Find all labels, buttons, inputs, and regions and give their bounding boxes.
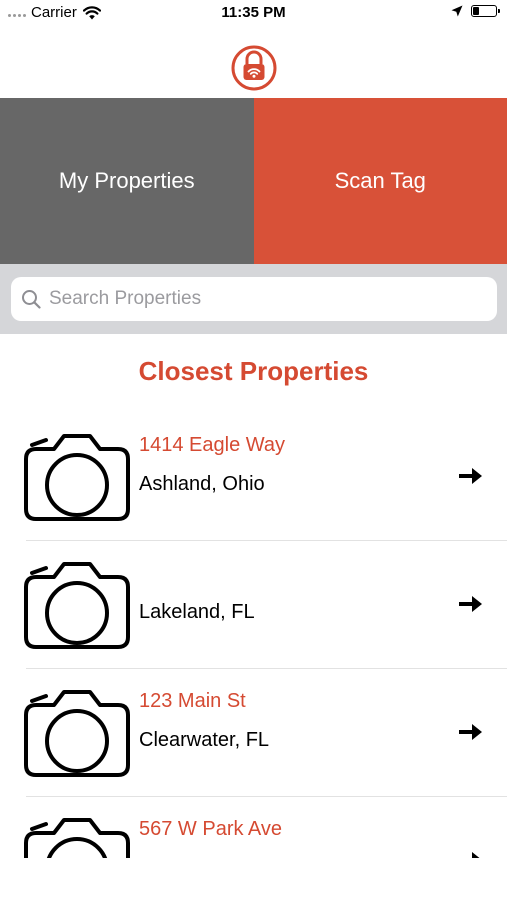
- arrow-right-icon[interactable]: [457, 465, 483, 487]
- camera-icon: [24, 562, 130, 649]
- arrow-right-icon[interactable]: [457, 721, 483, 743]
- status-bar: Carrier 11:35 PM: [0, 0, 507, 28]
- property-row[interactable]: Lakeland, FL: [0, 541, 507, 669]
- status-right: [451, 5, 500, 17]
- property-street: 567 W Park Ave: [139, 818, 283, 840]
- camera-icon: [24, 434, 130, 521]
- property-street: 123 Main St: [139, 690, 246, 712]
- property-city: Lakeland, FL: [139, 601, 255, 623]
- my-properties-label: My Properties: [58, 168, 195, 193]
- padlock-wifi-icon: [231, 45, 277, 91]
- battery-icon: [471, 5, 500, 17]
- property-street: 1414 Eagle Way: [139, 434, 286, 456]
- my-properties-button[interactable]: My Properties: [0, 98, 254, 264]
- property-city: Ashland, Ohio: [139, 473, 265, 495]
- property-row[interactable]: 123 Main St Clearwater, FL: [0, 669, 507, 797]
- arrow-right-icon[interactable]: [457, 849, 483, 858]
- scan-tag-label: Scan Tag: [334, 168, 426, 193]
- main-tiles: My Properties Scan Tag: [0, 98, 507, 264]
- search-icon: [22, 290, 41, 309]
- camera-icon: [24, 690, 130, 777]
- property-row[interactable]: 567 W Park Ave: [0, 797, 507, 858]
- location-arrow-icon: [451, 5, 463, 17]
- search-field[interactable]: [11, 277, 497, 321]
- property-row[interactable]: 1414 Eagle Way Ashland, Ohio: [0, 413, 507, 541]
- property-city: Clearwater, FL: [139, 729, 270, 751]
- battery-level: [473, 7, 479, 15]
- arrow-right-icon[interactable]: [457, 593, 483, 615]
- section-title: Closest Properties: [138, 356, 369, 386]
- camera-icon: [24, 818, 130, 858]
- search-input[interactable]: [49, 288, 497, 310]
- search-bar: [0, 264, 507, 334]
- property-list: 1414 Eagle Way Ashland, Ohio Lakeland, F…: [0, 413, 507, 858]
- status-time: 11:35 PM: [221, 4, 286, 21]
- scan-tag-button[interactable]: Scan Tag: [253, 98, 507, 264]
